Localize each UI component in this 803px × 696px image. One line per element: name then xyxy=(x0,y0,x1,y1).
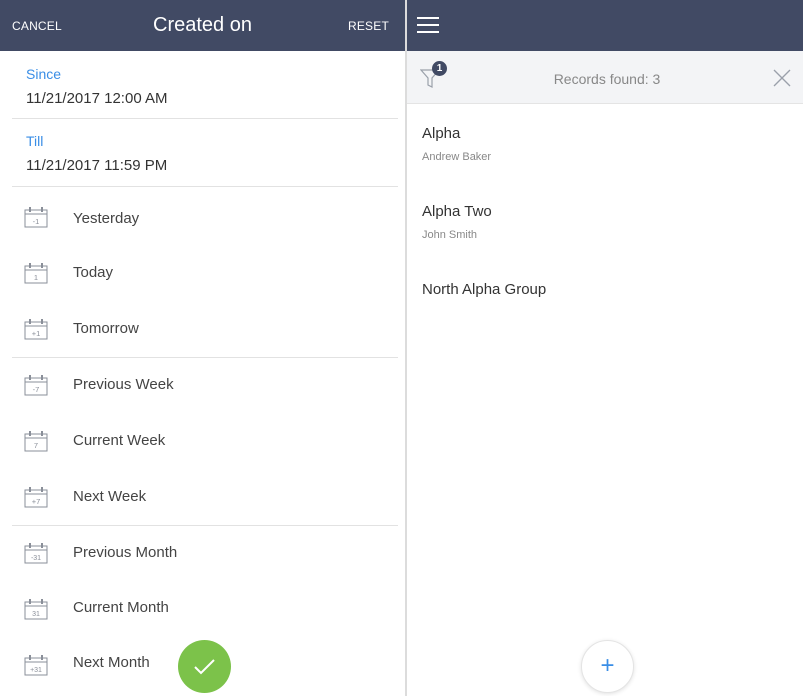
filter-header: CANCEL Created on RESET xyxy=(0,0,405,51)
calendar-icon: +1 xyxy=(24,319,48,340)
list-header xyxy=(407,0,803,51)
svg-text:+7: +7 xyxy=(32,497,41,506)
period-next-week[interactable]: +7 Next Week xyxy=(0,470,405,526)
period-label: Current Week xyxy=(73,432,166,449)
list-item[interactable]: Alpha Two John Smith xyxy=(407,183,803,261)
app-root: CANCEL Created on RESET Since 11/21/2017… xyxy=(0,0,803,696)
period-current-week[interactable]: 7 Current Week xyxy=(0,414,405,470)
period-current-month[interactable]: 31 Current Month xyxy=(0,582,405,638)
period-yesterday[interactable]: -1 Yesterday xyxy=(0,190,405,246)
since-label: Since xyxy=(26,66,62,82)
period-label: Previous Week xyxy=(73,376,174,393)
period-tomorrow[interactable]: +1 Tomorrow xyxy=(0,302,405,358)
since-field[interactable]: Since 11/21/2017 12:00 AM xyxy=(0,51,405,119)
calendar-icon: 7 xyxy=(24,431,48,452)
close-icon[interactable] xyxy=(773,69,791,87)
period-previous-week[interactable]: -7 Previous Week xyxy=(0,358,405,414)
calendar-icon: -1 xyxy=(24,207,48,228)
filter-summary-bar: 1 Records found: 3 xyxy=(407,51,803,104)
cancel-button[interactable]: CANCEL xyxy=(12,19,62,33)
till-field[interactable]: Till 11/21/2017 11:59 PM xyxy=(0,119,405,187)
period-label: Today xyxy=(73,264,114,281)
svg-text:1: 1 xyxy=(34,273,38,282)
svg-text:-7: -7 xyxy=(33,385,40,394)
period-previous-month[interactable]: -31 Previous Month xyxy=(0,526,405,582)
checkmark-icon xyxy=(194,659,215,675)
svg-text:-31: -31 xyxy=(31,555,41,562)
record-name: North Alpha Group xyxy=(422,281,547,298)
till-value: 11/21/2017 11:59 PM xyxy=(26,157,168,174)
add-record-button[interactable]: + xyxy=(581,640,634,693)
records-panel: 1 Records found: 3 Alpha Andrew Baker Al… xyxy=(407,0,803,696)
reset-button[interactable]: RESET xyxy=(348,19,389,33)
period-label: Current Month xyxy=(73,599,169,616)
svg-text:7: 7 xyxy=(34,441,38,450)
till-label: Till xyxy=(26,133,44,149)
divider xyxy=(12,186,398,187)
calendar-icon: -31 xyxy=(24,543,48,564)
period-label: Yesterday xyxy=(73,210,140,227)
period-today[interactable]: 1 Today xyxy=(0,246,405,302)
record-name: Alpha Two xyxy=(422,203,492,220)
apply-button[interactable] xyxy=(178,640,231,693)
calendar-icon: 31 xyxy=(24,599,48,620)
calendar-icon: +7 xyxy=(24,487,48,508)
period-label: Next Month xyxy=(73,654,150,671)
records-found-text: Records found: 3 xyxy=(553,71,661,87)
date-filter-panel: CANCEL Created on RESET Since 11/21/2017… xyxy=(0,0,405,696)
svg-text:+31: +31 xyxy=(30,667,42,674)
since-value: 11/21/2017 12:00 AM xyxy=(26,90,168,107)
hamburger-icon[interactable] xyxy=(417,15,439,35)
period-label: Previous Month xyxy=(73,544,178,561)
list-item[interactable]: North Alpha Group xyxy=(407,261,803,321)
period-label: Next Week xyxy=(73,488,147,505)
record-owner: John Smith xyxy=(422,229,478,241)
record-name: Alpha xyxy=(422,125,461,142)
period-label: Tomorrow xyxy=(73,320,139,337)
calendar-icon: 1 xyxy=(24,263,48,284)
plus-icon: + xyxy=(600,652,615,679)
record-owner: Andrew Baker xyxy=(422,151,492,163)
calendar-icon: +31 xyxy=(24,655,48,676)
calendar-icon: -7 xyxy=(24,375,48,396)
svg-text:-1: -1 xyxy=(33,217,40,226)
list-item[interactable]: Alpha Andrew Baker xyxy=(407,105,803,183)
svg-text:+1: +1 xyxy=(32,329,41,338)
svg-text:31: 31 xyxy=(32,611,40,618)
